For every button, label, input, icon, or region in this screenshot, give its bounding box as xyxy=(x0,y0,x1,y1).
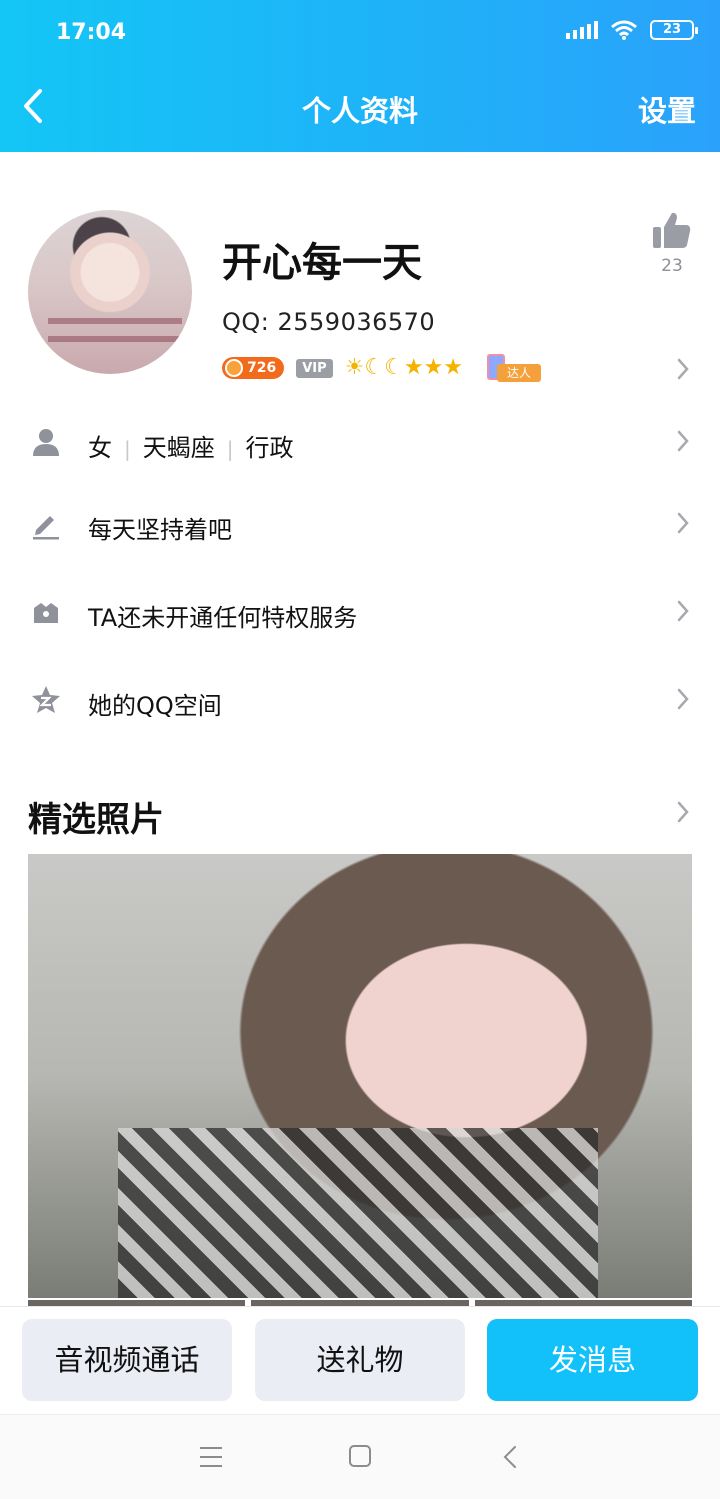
battery-icon: 23 xyxy=(650,20,698,40)
privilege-text: TA还未开通任何特权服务 xyxy=(88,604,358,632)
page-title: 个人资料 xyxy=(301,94,418,128)
daren-badge: 达人 xyxy=(475,354,542,382)
privilege-row[interactable]: TA还未开通任何特权服务 xyxy=(0,576,720,646)
qzone-text: 她的QQ空间 xyxy=(88,692,222,720)
signature-text: 每天坚持着吧 xyxy=(88,516,232,544)
pencil-icon xyxy=(33,516,59,540)
qzone-row[interactable]: 她的QQ空间 xyxy=(0,664,720,734)
occupation: 行政 xyxy=(245,434,294,462)
divider: | xyxy=(124,437,131,461)
featured-photos-title: 精选照片 xyxy=(28,800,164,840)
chevron-right-icon xyxy=(677,688,689,710)
send-gift-button[interactable]: 送礼物 xyxy=(255,1319,465,1401)
zodiac: 天蝎座 xyxy=(142,434,215,462)
header-bar: 17:04 23 个人资料 设置 xyxy=(0,0,720,152)
crown-icon xyxy=(34,603,58,623)
send-message-button[interactable]: 发消息 xyxy=(487,1319,698,1401)
level-value: 726 xyxy=(247,360,277,376)
home-icon[interactable] xyxy=(349,1445,371,1467)
av-call-button[interactable]: 音视频通话 xyxy=(22,1319,232,1401)
vip-badge: VIP xyxy=(296,358,333,378)
status-time: 17:04 xyxy=(56,20,127,45)
divider: | xyxy=(226,437,234,461)
status-icons: 23 xyxy=(566,20,698,40)
chevron-right-icon xyxy=(677,600,689,622)
signature-row[interactable]: 每天坚持着吧 xyxy=(0,488,720,558)
badge-row-chevron-icon xyxy=(677,358,689,380)
avatar[interactable] xyxy=(28,210,192,374)
system-back-icon[interactable] xyxy=(502,1444,518,1470)
badge-row[interactable]: 726 VIP ☀☾☾★★★ 达人 xyxy=(222,354,542,382)
nickname: 开心每一天 xyxy=(222,240,422,286)
chevron-right-icon xyxy=(677,430,689,452)
recent-apps-icon[interactable] xyxy=(200,1447,222,1467)
person-icon xyxy=(33,429,59,456)
signal-icon xyxy=(566,21,598,39)
qzone-star-icon xyxy=(32,686,60,713)
featured-photo[interactable] xyxy=(28,854,692,1298)
thumbs-up-icon xyxy=(653,212,691,248)
qq-number: QQ: 2559036570 xyxy=(222,308,436,336)
level-badge: 726 xyxy=(222,357,285,379)
like-count: 23 xyxy=(661,256,683,276)
gender: 女 xyxy=(88,434,112,462)
like-button[interactable]: 23 xyxy=(650,210,694,276)
photos-chevron-icon[interactable] xyxy=(676,800,690,824)
action-bar: 音视频通话 送礼物 发消息 xyxy=(0,1306,720,1414)
wifi-icon xyxy=(611,20,637,40)
system-nav-bar xyxy=(0,1414,720,1499)
settings-button[interactable]: 设置 xyxy=(638,88,696,130)
rank-icons: ☀☾☾★★★ xyxy=(344,355,464,380)
basic-info-row[interactable]: 女 | 天蝎座 | 行政 xyxy=(0,406,720,476)
coin-icon xyxy=(225,359,243,377)
daren-label: 达人 xyxy=(497,364,542,382)
chevron-right-icon xyxy=(677,512,689,534)
basic-info-text: 女 | 天蝎座 | 行政 xyxy=(88,428,294,463)
